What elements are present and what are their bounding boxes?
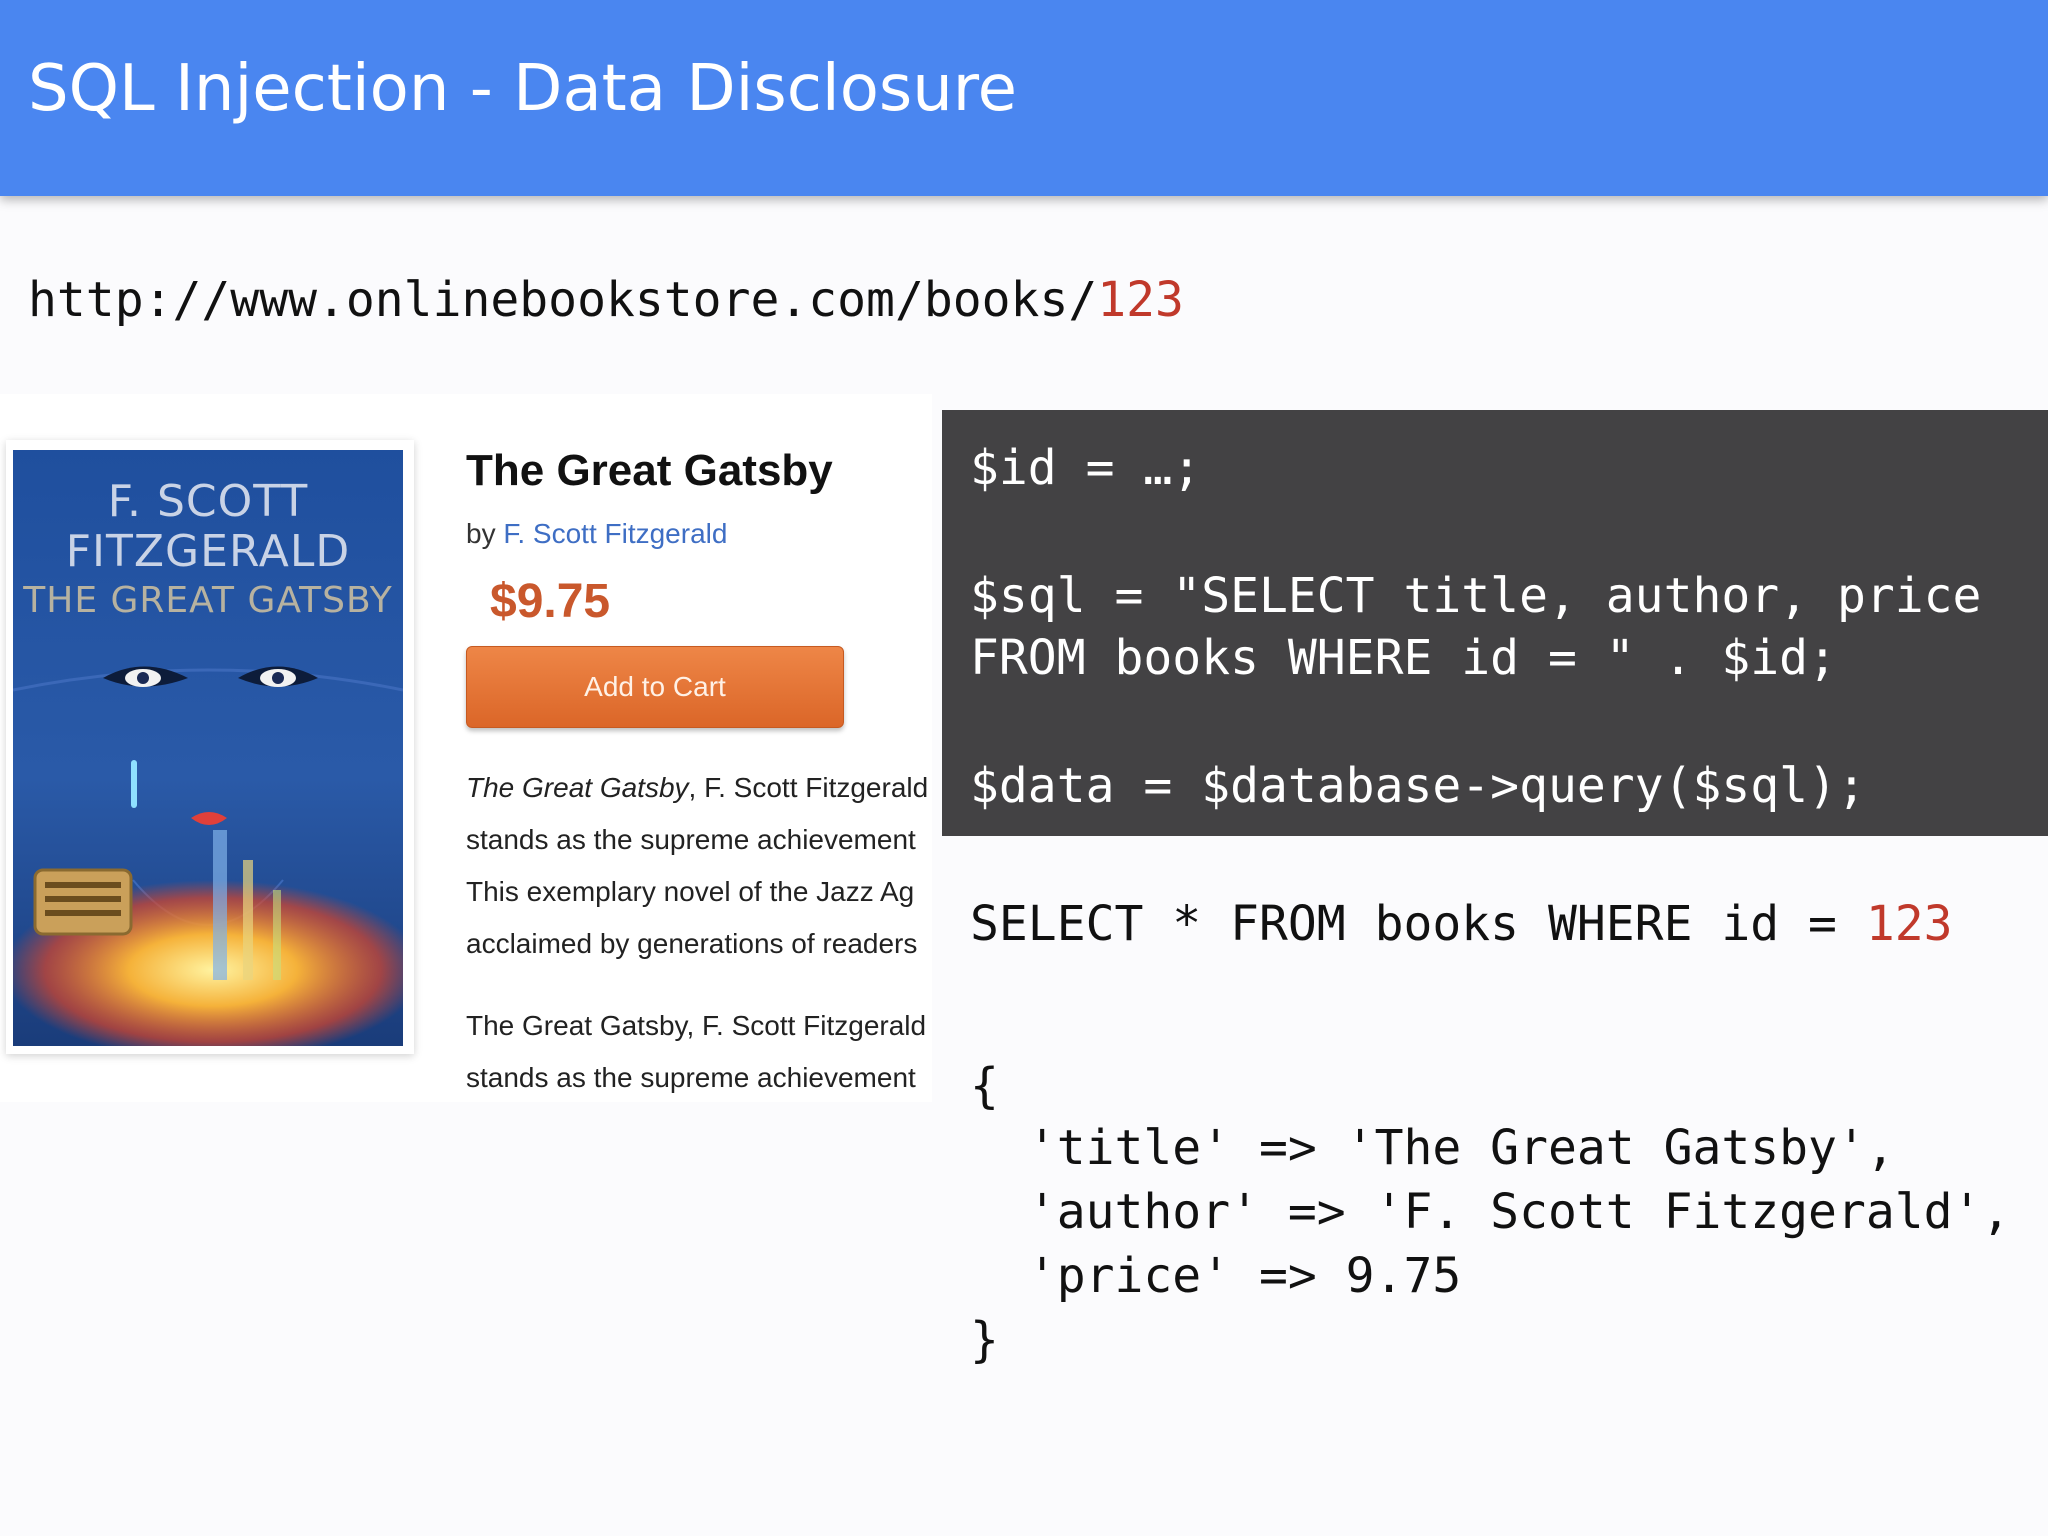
result-price-line: 'price' => 9.75 — [970, 1248, 1462, 1304]
slide-title: SQL Injection - Data Disclosure — [28, 52, 1018, 126]
description-line: The Great Gatsby, F. Scott Fitzgerald — [466, 762, 932, 814]
result-close-brace: } — [970, 1312, 999, 1368]
cover-author-last: FITZGERALD — [65, 526, 351, 577]
book-price: $9.75 — [490, 575, 611, 628]
book-byline: by F. Scott Fitzgerald — [466, 518, 727, 550]
book-description: The Great Gatsby, F. Scott Fitzgerald st… — [466, 762, 932, 970]
description-line: The Great Gatsby, F. Scott Fitzgerald — [466, 1010, 927, 1041]
author-link[interactable]: F. Scott Fitzgerald — [503, 518, 727, 549]
book-cover-frame: F. SCOTT FITZGERALD THE GREAT GATSBY — [6, 440, 414, 1054]
description-italic-title: The Great Gatsby — [466, 772, 689, 803]
cover-book-title: THE GREAT GATSBY — [23, 580, 393, 621]
php-code-panel: $id = …; $sql = "SELECT title, author, p… — [942, 410, 2048, 836]
url-base: http://www.onlinebookstore.com/books/ — [28, 272, 1098, 328]
by-label: by — [466, 518, 496, 549]
query-text: SELECT * FROM books WHERE id = — [970, 896, 1866, 952]
cover-author-first: F. SCOTT — [107, 476, 309, 527]
book-cover-image[interactable]: F. SCOTT FITZGERALD THE GREAT GATSBY — [13, 450, 403, 1046]
url-text: http://www.onlinebookstore.com/books/123 — [28, 272, 1184, 328]
description-line: stands as the supreme achievement — [466, 1062, 916, 1093]
code-line-id: $id = …; — [970, 440, 1202, 496]
resulting-sql-query: SELECT * FROM books WHERE id = 123 — [970, 896, 1953, 952]
query-id: 123 — [1865, 896, 1953, 952]
code-line-query: $data = $database->query($sql); — [970, 758, 1866, 814]
description-line1-rest: , F. Scott Fitzgerald — [688, 772, 929, 803]
book-description-repeat: The Great Gatsby, F. Scott Fitzgerald st… — [466, 1000, 932, 1102]
add-to-cart-button[interactable]: Add to Cart — [466, 646, 844, 728]
code-line-sql-cont: FROM books WHERE id = " . $id; — [970, 630, 1837, 686]
description-line: stands as the supreme achievement — [466, 824, 916, 855]
result-author-line: 'author' => 'F. Scott Fitzgerald', — [970, 1184, 2011, 1240]
url-id: 123 — [1097, 272, 1184, 328]
result-open-brace: { — [970, 1058, 999, 1114]
book-title[interactable]: The Great Gatsby — [466, 446, 833, 496]
slide-header: SQL Injection - Data Disclosure — [0, 0, 2048, 196]
result-title-line: 'title' => 'The Great Gatsby', — [970, 1120, 1895, 1176]
code-line-sql: $sql = "SELECT title, author, price — [970, 568, 1982, 624]
description-line: acclaimed by generations of readers — [466, 928, 918, 959]
book-product-card: F. SCOTT FITZGERALD THE GREAT GATSBY The… — [0, 394, 932, 1102]
description-line: This exemplary novel of the Jazz Ag — [466, 876, 915, 907]
